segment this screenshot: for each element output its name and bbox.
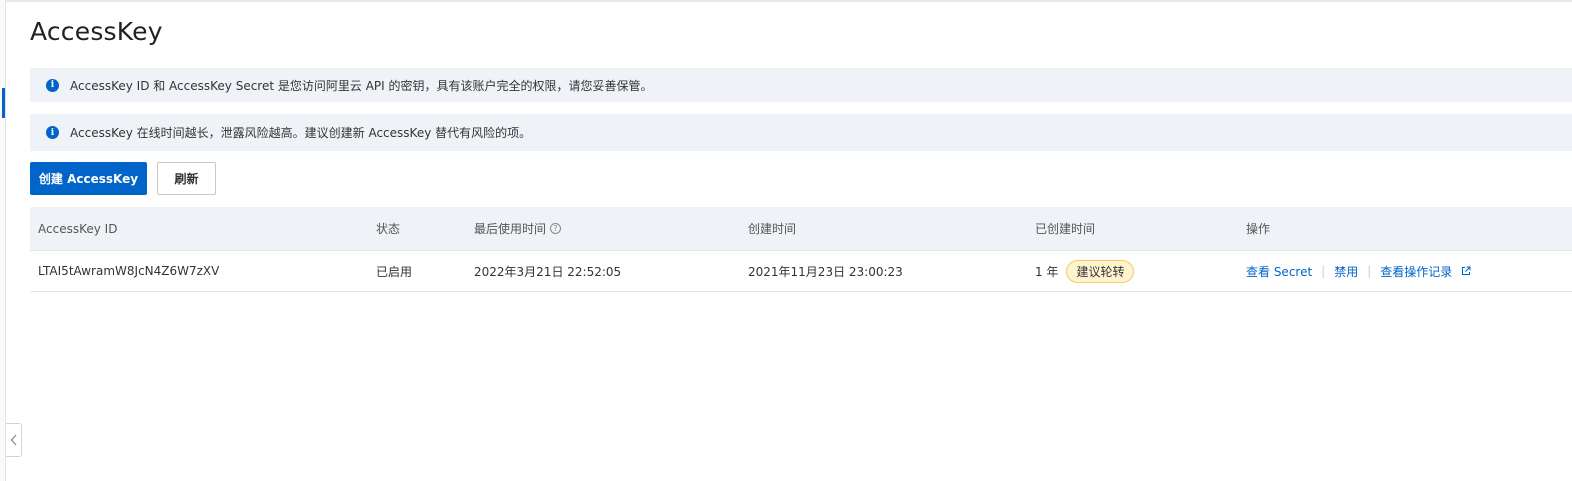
notice-text: AccessKey 在线时间越长，泄露风险越高。建议创建新 AccessKey … <box>70 126 532 140</box>
action-separator: | <box>1321 264 1326 278</box>
column-header-last-used: 最后使用时间 ? <box>474 207 562 250</box>
table-header: AccessKey ID 状态 最后使用时间 ? 创建时间 已创建时间 操作 <box>30 207 1572 251</box>
rotation-suggest-badge: 建议轮转 <box>1066 259 1135 283</box>
help-icon[interactable]: ? <box>550 223 562 234</box>
left-nav-rail <box>0 0 6 481</box>
view-log-link[interactable]: 查看操作记录 <box>1380 263 1471 280</box>
action-separator: | <box>1367 264 1372 278</box>
view-log-label: 查看操作记录 <box>1380 264 1453 279</box>
column-header-last-used-label: 最后使用时间 <box>474 222 547 236</box>
column-header-id: AccessKey ID <box>38 221 118 236</box>
notice-text: AccessKey ID 和 AccessKey Secret 是您访问阿里云 … <box>70 78 653 93</box>
page-title: AccessKey <box>30 17 163 46</box>
left-nav-active-indicator <box>2 88 5 118</box>
notice-banner: i AccessKey 在线时间越长，泄露风险越高。建议创建新 AccessKe… <box>30 114 1572 151</box>
column-header-created: 创建时间 <box>748 222 797 236</box>
age-cell: 1 年 建议轮转 <box>1035 251 1135 291</box>
info-icon: i <box>46 78 59 92</box>
info-icon: i <box>46 126 59 139</box>
sidebar-toggle-button[interactable] <box>6 423 22 457</box>
column-header-actions: 操作 <box>1246 222 1271 236</box>
column-header-status: 状态 <box>376 222 401 236</box>
external-link-icon <box>1461 266 1471 276</box>
created-time: 2021年11月23日 23:00:23 <box>748 264 903 279</box>
status-text: 已启用 <box>376 264 413 279</box>
notice-banner: i AccessKey ID 和 AccessKey Secret 是您访问阿里… <box>30 68 1572 102</box>
column-header-age: 已创建时间 <box>1035 222 1096 236</box>
table-row: LTAI5tAwramW8JcN4Z6W7zXV 已启用 2022年3月21日 … <box>30 251 1572 292</box>
last-used-time: 2022年3月21日 22:52:05 <box>474 264 622 279</box>
top-border <box>0 0 1572 2</box>
actions-cell: 查看 Secret | 禁用 | 查看操作记录 <box>1246 251 1471 291</box>
refresh-button[interactable]: 刷新 <box>157 162 216 195</box>
view-secret-link[interactable]: 查看 Secret <box>1246 263 1312 280</box>
age-text: 1 年 <box>1035 264 1059 279</box>
accesskey-id: LTAI5tAwramW8JcN4Z6W7zXV <box>38 264 220 278</box>
chevron-left-icon <box>10 431 18 450</box>
create-accesskey-button[interactable]: 创建 AccessKey <box>30 162 147 195</box>
disable-link[interactable]: 禁用 <box>1334 263 1358 280</box>
accesskey-table: AccessKey ID 状态 最后使用时间 ? 创建时间 已创建时间 操作 L… <box>30 207 1572 292</box>
